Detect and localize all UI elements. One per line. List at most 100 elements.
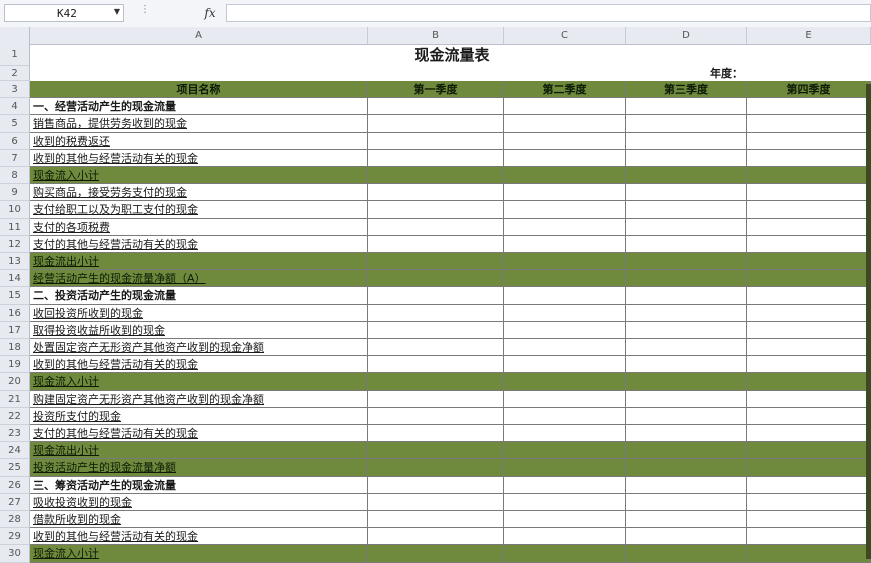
value-cell[interactable] — [747, 407, 871, 425]
value-cell[interactable] — [368, 476, 504, 494]
value-cell[interactable] — [504, 442, 626, 460]
item-label[interactable]: 支付的各项税费 — [30, 218, 368, 236]
value-cell[interactable] — [626, 270, 747, 288]
column-header-d[interactable]: D — [626, 27, 747, 44]
row-number[interactable]: 2 — [0, 66, 30, 81]
value-cell[interactable] — [626, 132, 747, 150]
row-number[interactable]: 28 — [0, 511, 30, 529]
item-label[interactable]: 支付给职工以及为职工支付的现金 — [30, 201, 368, 219]
item-label[interactable]: 取得投资收益所收到的现金 — [30, 321, 368, 339]
row-number[interactable]: 8 — [0, 167, 30, 185]
row-number[interactable]: 20 — [0, 373, 30, 391]
row-number[interactable]: 11 — [0, 218, 30, 236]
value-cell[interactable] — [368, 425, 504, 443]
item-label[interactable]: 收到的其他与经营活动有关的现金 — [30, 149, 368, 167]
row-number[interactable]: 1 — [0, 44, 30, 66]
value-cell[interactable] — [504, 407, 626, 425]
name-box[interactable]: K42 ▼ — [4, 4, 124, 22]
value-cell[interactable] — [368, 132, 504, 150]
value-cell[interactable] — [626, 545, 747, 563]
row-number[interactable]: 14 — [0, 270, 30, 288]
item-label[interactable]: 收到的税费返还 — [30, 132, 368, 150]
item-label[interactable]: 现金流出小计 — [30, 253, 368, 271]
column-header-e[interactable]: E — [747, 27, 871, 44]
value-cell[interactable] — [504, 304, 626, 322]
value-cell[interactable] — [747, 511, 871, 529]
value-cell[interactable] — [747, 167, 871, 185]
header-quarter-2[interactable]: 第二季度 — [504, 81, 626, 99]
item-label[interactable]: 经营活动产生的现金流量净额（A） — [30, 270, 368, 288]
value-cell[interactable] — [368, 287, 504, 305]
value-cell[interactable] — [504, 98, 626, 116]
value-cell[interactable] — [368, 184, 504, 202]
value-cell[interactable] — [504, 356, 626, 374]
value-cell[interactable] — [626, 442, 747, 460]
row-number[interactable]: 4 — [0, 98, 30, 116]
value-cell[interactable] — [368, 235, 504, 253]
value-cell[interactable] — [368, 253, 504, 271]
value-cell[interactable] — [368, 442, 504, 460]
value-cell[interactable] — [747, 373, 871, 391]
row-number[interactable]: 29 — [0, 528, 30, 546]
chevron-down-icon[interactable]: ▼ — [114, 7, 120, 16]
item-label[interactable]: 购建固定资产无形资产其他资产收到的现金净额 — [30, 390, 368, 408]
value-cell[interactable] — [504, 132, 626, 150]
item-label[interactable]: 投资活动产生的现金流量净额 — [30, 459, 368, 477]
item-label[interactable]: 借款所收到的现金 — [30, 511, 368, 529]
value-cell[interactable] — [747, 476, 871, 494]
value-cell[interactable] — [747, 149, 871, 167]
row-number[interactable]: 23 — [0, 425, 30, 443]
value-cell[interactable] — [368, 167, 504, 185]
item-label[interactable]: 现金流出小计 — [30, 442, 368, 460]
item-label[interactable]: 投资所支付的现金 — [30, 407, 368, 425]
select-all-corner[interactable] — [0, 27, 30, 44]
row-number[interactable]: 19 — [0, 356, 30, 374]
value-cell[interactable] — [747, 115, 871, 133]
row-number[interactable]: 21 — [0, 390, 30, 408]
value-cell[interactable] — [747, 235, 871, 253]
row-number[interactable]: 5 — [0, 115, 30, 133]
row-number[interactable]: 6 — [0, 132, 30, 150]
value-cell[interactable] — [504, 511, 626, 529]
value-cell[interactable] — [368, 390, 504, 408]
item-label[interactable]: 二、投资活动产生的现金流量 — [30, 287, 368, 305]
item-label[interactable]: 吸收投资收到的现金 — [30, 493, 368, 511]
value-cell[interactable] — [626, 287, 747, 305]
row-number[interactable]: 30 — [0, 545, 30, 563]
value-cell[interactable] — [626, 218, 747, 236]
value-cell[interactable] — [368, 270, 504, 288]
value-cell[interactable] — [626, 425, 747, 443]
header-item-name[interactable]: 项目名称 — [30, 81, 368, 99]
value-cell[interactable] — [368, 545, 504, 563]
item-label[interactable]: 购买商品，接受劳务支付的现金 — [30, 184, 368, 202]
value-cell[interactable] — [626, 493, 747, 511]
row-number[interactable]: 15 — [0, 287, 30, 305]
value-cell[interactable] — [368, 511, 504, 529]
value-cell[interactable] — [747, 459, 871, 477]
value-cell[interactable] — [626, 184, 747, 202]
value-cell[interactable] — [368, 493, 504, 511]
column-header-a[interactable]: A — [30, 27, 368, 44]
value-cell[interactable] — [368, 459, 504, 477]
value-cell[interactable] — [504, 545, 626, 563]
value-cell[interactable] — [626, 253, 747, 271]
value-cell[interactable] — [504, 218, 626, 236]
value-cell[interactable] — [504, 493, 626, 511]
value-cell[interactable] — [504, 253, 626, 271]
value-cell[interactable] — [368, 149, 504, 167]
value-cell[interactable] — [368, 98, 504, 116]
value-cell[interactable] — [747, 321, 871, 339]
value-cell[interactable] — [747, 201, 871, 219]
value-cell[interactable] — [626, 373, 747, 391]
item-label[interactable]: 现金流入小计 — [30, 373, 368, 391]
value-cell[interactable] — [747, 339, 871, 357]
item-label[interactable]: 三、筹资活动产生的现金流量 — [30, 476, 368, 494]
row-number[interactable]: 7 — [0, 149, 30, 167]
value-cell[interactable] — [504, 373, 626, 391]
value-cell[interactable] — [747, 218, 871, 236]
row-number[interactable]: 3 — [0, 81, 30, 99]
header-quarter-3[interactable]: 第三季度 — [626, 81, 747, 99]
value-cell[interactable] — [747, 287, 871, 305]
item-label[interactable]: 收到的其他与经营活动有关的现金 — [30, 356, 368, 374]
item-label[interactable]: 收回投资所收到的现金 — [30, 304, 368, 322]
